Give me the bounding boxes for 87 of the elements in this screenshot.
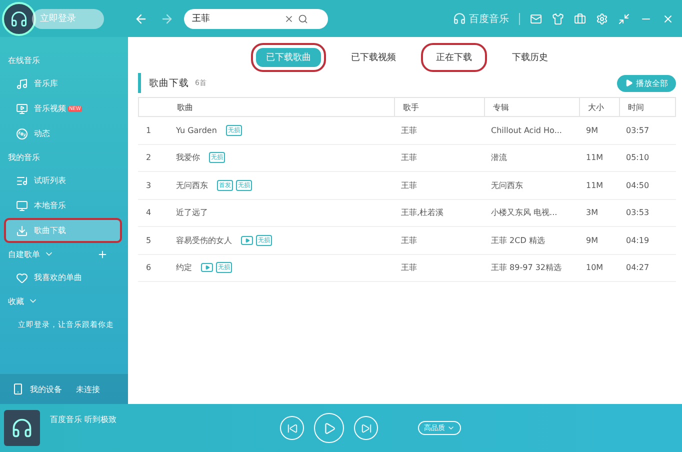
song-title[interactable]: 容易受伤的女人 [176, 234, 232, 246]
row-number: 1 [145, 126, 152, 135]
song-title[interactable]: Yu Garden [176, 126, 217, 135]
add-icon[interactable] [97, 248, 108, 260]
headphones-icon [453, 12, 466, 25]
singer-cell-text: 王菲 [400, 180, 418, 191]
tab[interactable]: 已下载视频 [336, 42, 411, 72]
album-cell-text: Chillout Acid Ho... [490, 126, 563, 135]
video-icon[interactable] [201, 263, 213, 272]
search-icon[interactable] [298, 14, 308, 24]
phone-icon [12, 383, 24, 395]
note-icon [16, 78, 28, 90]
time-cell-text: 04:50 [625, 180, 650, 190]
play-icon [322, 422, 336, 434]
device-status: 未连接 [76, 384, 100, 394]
column-header[interactable]: 歌手 [394, 98, 484, 116]
section-title: 我的音乐 [8, 152, 40, 162]
settings-icon[interactable] [596, 12, 608, 24]
brand-label: 百度音乐 [469, 12, 509, 26]
section-title: 收藏 [8, 296, 24, 306]
new-badge: NEW [68, 106, 82, 112]
mail-icon[interactable] [530, 12, 542, 24]
tab[interactable]: 下载历史 [497, 42, 563, 72]
column-header[interactable]: 歌曲 [169, 98, 394, 116]
song-title[interactable]: 约定 [176, 262, 192, 274]
section-title: 歌曲下载 [149, 76, 189, 90]
column-header[interactable]: 大小 [579, 98, 619, 116]
next-button[interactable] [354, 416, 378, 440]
time-cell-text: 04:27 [625, 263, 650, 272]
singer-cell-text: 王菲 [400, 234, 418, 246]
monitor-icon [16, 102, 28, 114]
time-cell-text: 05:10 [625, 153, 650, 162]
row-number: 5 [145, 236, 152, 245]
shrink-icon[interactable] [618, 12, 630, 24]
search-field[interactable]: 王菲 [184, 8, 328, 28]
tab[interactable]: 正在下载 [421, 42, 487, 72]
size-cell-text: 11M [585, 180, 604, 190]
chevron-icon [447, 424, 455, 432]
download-icon [16, 224, 28, 236]
time-cell-text: 03:53 [625, 208, 650, 218]
row-number: 2 [145, 153, 152, 162]
singer-cell-text: 王菲 [400, 124, 418, 136]
size-cell-text: 3M [585, 208, 599, 218]
next-icon [360, 422, 372, 434]
row-number: 4 [145, 208, 152, 218]
row-number: 3 [145, 180, 152, 190]
size-cell-text: 9M [585, 236, 599, 245]
size-cell-text: 10M [585, 263, 604, 272]
section-title: 自建歌单 [8, 248, 40, 260]
time-cell-text: 04:19 [625, 236, 650, 245]
briefcase-icon[interactable] [574, 12, 586, 24]
column-header[interactable]: 时间 [619, 98, 675, 116]
monitor-icon [16, 200, 28, 212]
list-icon [16, 174, 28, 186]
shirt-icon[interactable] [552, 12, 564, 24]
play-button[interactable] [314, 413, 344, 443]
forward-icon[interactable] [160, 12, 174, 26]
singer-cell-text: 王菲 [400, 262, 418, 274]
track-title: 百度音乐 听到极致 [50, 414, 118, 425]
heart-icon [16, 272, 28, 284]
song-title[interactable]: 无问西东 [176, 180, 208, 191]
album-cell-text: 小楼又东风 电视... [490, 207, 558, 218]
album-cell-text: 王菲 2CD 精选 [490, 234, 546, 246]
singer-cell-text: 王菲,杜若溪 [400, 207, 445, 218]
album-cell-text: 王菲 89-97 32精选 [490, 262, 563, 274]
size-cell-text: 9M [585, 126, 599, 135]
previous-icon [286, 422, 298, 434]
song-title[interactable]: 近了远了 [176, 207, 208, 218]
size-cell-text: 11M [585, 153, 604, 162]
album-cover-icon [4, 410, 40, 446]
section-title: 在线音乐 [8, 54, 40, 66]
time-cell-text: 03:57 [625, 126, 650, 135]
column-header[interactable]: 专辑 [484, 98, 579, 116]
close-icon[interactable] [662, 12, 674, 24]
disc-icon [16, 128, 28, 140]
album-cell-text: 潜流 [490, 152, 508, 164]
back-icon[interactable] [134, 12, 148, 26]
row-number: 6 [145, 263, 152, 272]
play-icon [625, 79, 633, 87]
logo-icon [2, 2, 36, 36]
song-title[interactable]: 我爱你 [176, 152, 200, 164]
singer-cell-text: 王菲 [400, 152, 418, 164]
device-label: 我的设备 [30, 384, 62, 394]
album-cell-text: 无问西东 [490, 180, 524, 191]
close-icon[interactable] [284, 14, 294, 24]
previous-button[interactable] [280, 416, 304, 440]
video-icon[interactable] [241, 236, 253, 245]
